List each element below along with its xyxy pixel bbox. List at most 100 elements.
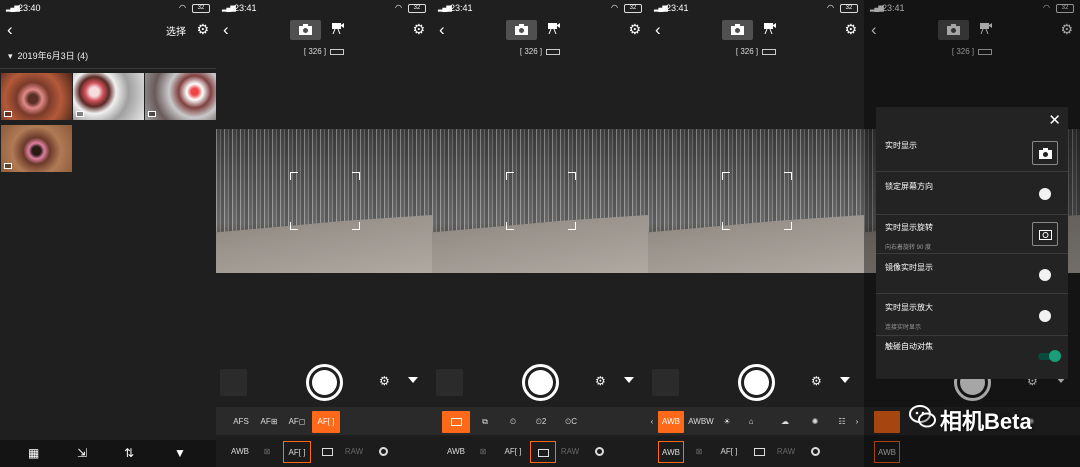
gallery-screen: ▂▄▆ 23:40 ◠ 32 ‹ 选择 ⚙ ▾ 2019年6月3日 (4) ▦ … (0, 0, 216, 467)
quality-button[interactable]: RAW (776, 441, 796, 463)
af-button[interactable]: AF[ ] (283, 441, 311, 463)
metering-button[interactable] (592, 441, 606, 463)
drive-mode-button[interactable] (530, 441, 556, 463)
mirror-live-view-toggle[interactable] (1039, 269, 1051, 281)
wb-button[interactable]: AWB (230, 441, 250, 463)
drive-mode-button[interactable] (320, 441, 334, 463)
gear-icon[interactable]: ⚙ (412, 21, 425, 38)
fluorescent-icon[interactable]: ☷ (834, 411, 850, 433)
af-mode-option[interactable]: AFS (230, 411, 252, 433)
quality-button[interactable]: RAW (344, 441, 364, 463)
exposure-icon[interactable]: ⊠ (476, 441, 490, 463)
camera-toolbar: ‹ ⚙ (648, 17, 864, 44)
setting-label: 触碰自动对焦 (885, 342, 933, 351)
tungsten-icon[interactable]: ✺ (808, 411, 822, 433)
video-camera-icon[interactable] (764, 23, 776, 34)
live-view[interactable] (216, 129, 432, 273)
af-mode-option[interactable]: AF⊞ (257, 411, 281, 433)
last-shot-thumbnail[interactable] (220, 369, 247, 396)
battery-icon: 32 (840, 4, 858, 13)
metering-button[interactable] (376, 441, 390, 463)
photo-mode-tab[interactable] (722, 20, 753, 40)
single-shot-option-selected[interactable] (442, 411, 470, 433)
last-shot-thumbnail[interactable] (652, 369, 679, 396)
shots-remaining: [ 326 ] (432, 47, 648, 56)
af-mode-option-selected[interactable]: AF[ ] (312, 411, 340, 433)
status-bar: ▂▄▆ 23:41 ◠ 32 (648, 0, 864, 17)
divider (0, 68, 216, 69)
metering-button[interactable] (808, 441, 822, 463)
status-time: 23:40 (18, 3, 41, 13)
shutter-button[interactable] (306, 364, 343, 401)
quality-button[interactable]: RAW (560, 441, 580, 463)
photo-thumbnail[interactable] (1, 125, 72, 172)
camera-icon (515, 24, 528, 35)
photo-thumbnail[interactable] (73, 73, 144, 120)
camera-settings-icon[interactable]: ⚙ (379, 374, 390, 388)
chevron-down-icon[interactable] (840, 377, 850, 383)
chevron-down-icon[interactable] (624, 377, 634, 383)
af-button[interactable]: AF[ ] (499, 441, 527, 463)
shutter-button[interactable] (522, 364, 559, 401)
magnify-live-view-toggle[interactable] (1039, 310, 1051, 322)
photo-mode-tab[interactable] (290, 20, 321, 40)
shots-remaining-count: [ 326 ] (519, 47, 543, 56)
self-timer-2s-option[interactable]: ⏲2 (530, 411, 552, 433)
photo-thumbnail[interactable] (1, 73, 72, 120)
af-mode-option[interactable]: AF◻ (286, 411, 308, 433)
select-button[interactable]: 选择 (166, 23, 186, 38)
camera-settings-icon[interactable]: ⚙ (595, 374, 606, 388)
wb-button[interactable]: AWB (446, 441, 466, 463)
wb-auto-option-selected[interactable]: AWB (658, 411, 684, 433)
lock-orientation-toggle[interactable] (1039, 188, 1051, 200)
wb-button[interactable]: AWB (658, 441, 684, 463)
photo-mode-tab[interactable] (506, 20, 537, 40)
date-group-header[interactable]: ▾ 2019年6月3日 (4) (8, 49, 88, 62)
chevron-right-icon[interactable]: › (854, 411, 860, 433)
back-icon[interactable]: ‹ (223, 21, 229, 39)
status-bar: ▂▄▆ 23:41 ◠ 32 (432, 0, 648, 17)
video-camera-icon[interactable] (548, 23, 560, 34)
gear-icon[interactable]: ⚙ (844, 21, 857, 38)
exposure-icon[interactable]: ⊠ (692, 441, 706, 463)
chevron-down-icon[interactable] (408, 377, 418, 383)
camera-icon (1039, 148, 1052, 159)
live-view[interactable] (432, 129, 648, 273)
rotate-live-view-button[interactable] (1032, 222, 1058, 246)
shade-icon[interactable]: ⌂ (744, 411, 758, 433)
exposure-icon[interactable]: ⊠ (260, 441, 274, 463)
cloud-icon[interactable]: ☁ (778, 411, 792, 433)
live-view[interactable] (648, 129, 864, 273)
live-view-camera-button[interactable] (1032, 141, 1058, 165)
touch-af-toggle[interactable] (1038, 350, 1061, 362)
filter-icon[interactable]: ▼ (174, 446, 186, 460)
share-icon[interactable]: ⇲ (77, 446, 87, 460)
setting-label: 实时显示 (885, 141, 917, 150)
sun-icon[interactable]: ☀ (720, 411, 734, 433)
self-timer-option[interactable]: ⏲ (504, 411, 522, 433)
af-button[interactable]: AF[ ] (715, 441, 743, 463)
back-icon[interactable]: ‹ (655, 21, 661, 39)
wifi-icon: ◠ (395, 3, 402, 12)
drive-mode-button[interactable] (752, 441, 766, 463)
back-icon[interactable]: ‹ (439, 21, 445, 39)
back-icon[interactable]: ‹ (7, 21, 13, 39)
sort-icon[interactable]: ⇅ (124, 446, 134, 460)
self-timer-custom-option[interactable]: ⏲C (560, 411, 582, 433)
grid-icon[interactable]: ▦ (28, 446, 39, 460)
camera-settings-icon[interactable]: ⚙ (811, 374, 822, 388)
gear-icon[interactable]: ⚙ (196, 21, 209, 38)
last-shot-thumbnail[interactable] (436, 369, 463, 396)
collapse-triangle-icon: ▾ (8, 51, 13, 61)
camera-screen-wb: ▂▄▆ 23:41 ◠ 32 ‹ ⚙ [ 326 ] ⚙ ‹ AWB AWBW … (648, 0, 864, 467)
close-icon[interactable]: ✕ (1048, 111, 1061, 129)
photo-thumbnail[interactable] (145, 73, 216, 120)
continuous-shot-option[interactable]: ⧉ (476, 411, 494, 433)
shutter-button[interactable] (738, 364, 775, 401)
chevron-left-icon[interactable]: ‹ (649, 411, 655, 433)
gear-icon[interactable]: ⚙ (628, 21, 641, 38)
video-camera-icon[interactable] (332, 23, 344, 34)
quick-settings-row: AWB ⊠ AF[ ] RAW (216, 437, 432, 467)
wb-auto-warm-option[interactable]: AWBW (688, 411, 714, 433)
camera-battery-icon (330, 48, 345, 55)
